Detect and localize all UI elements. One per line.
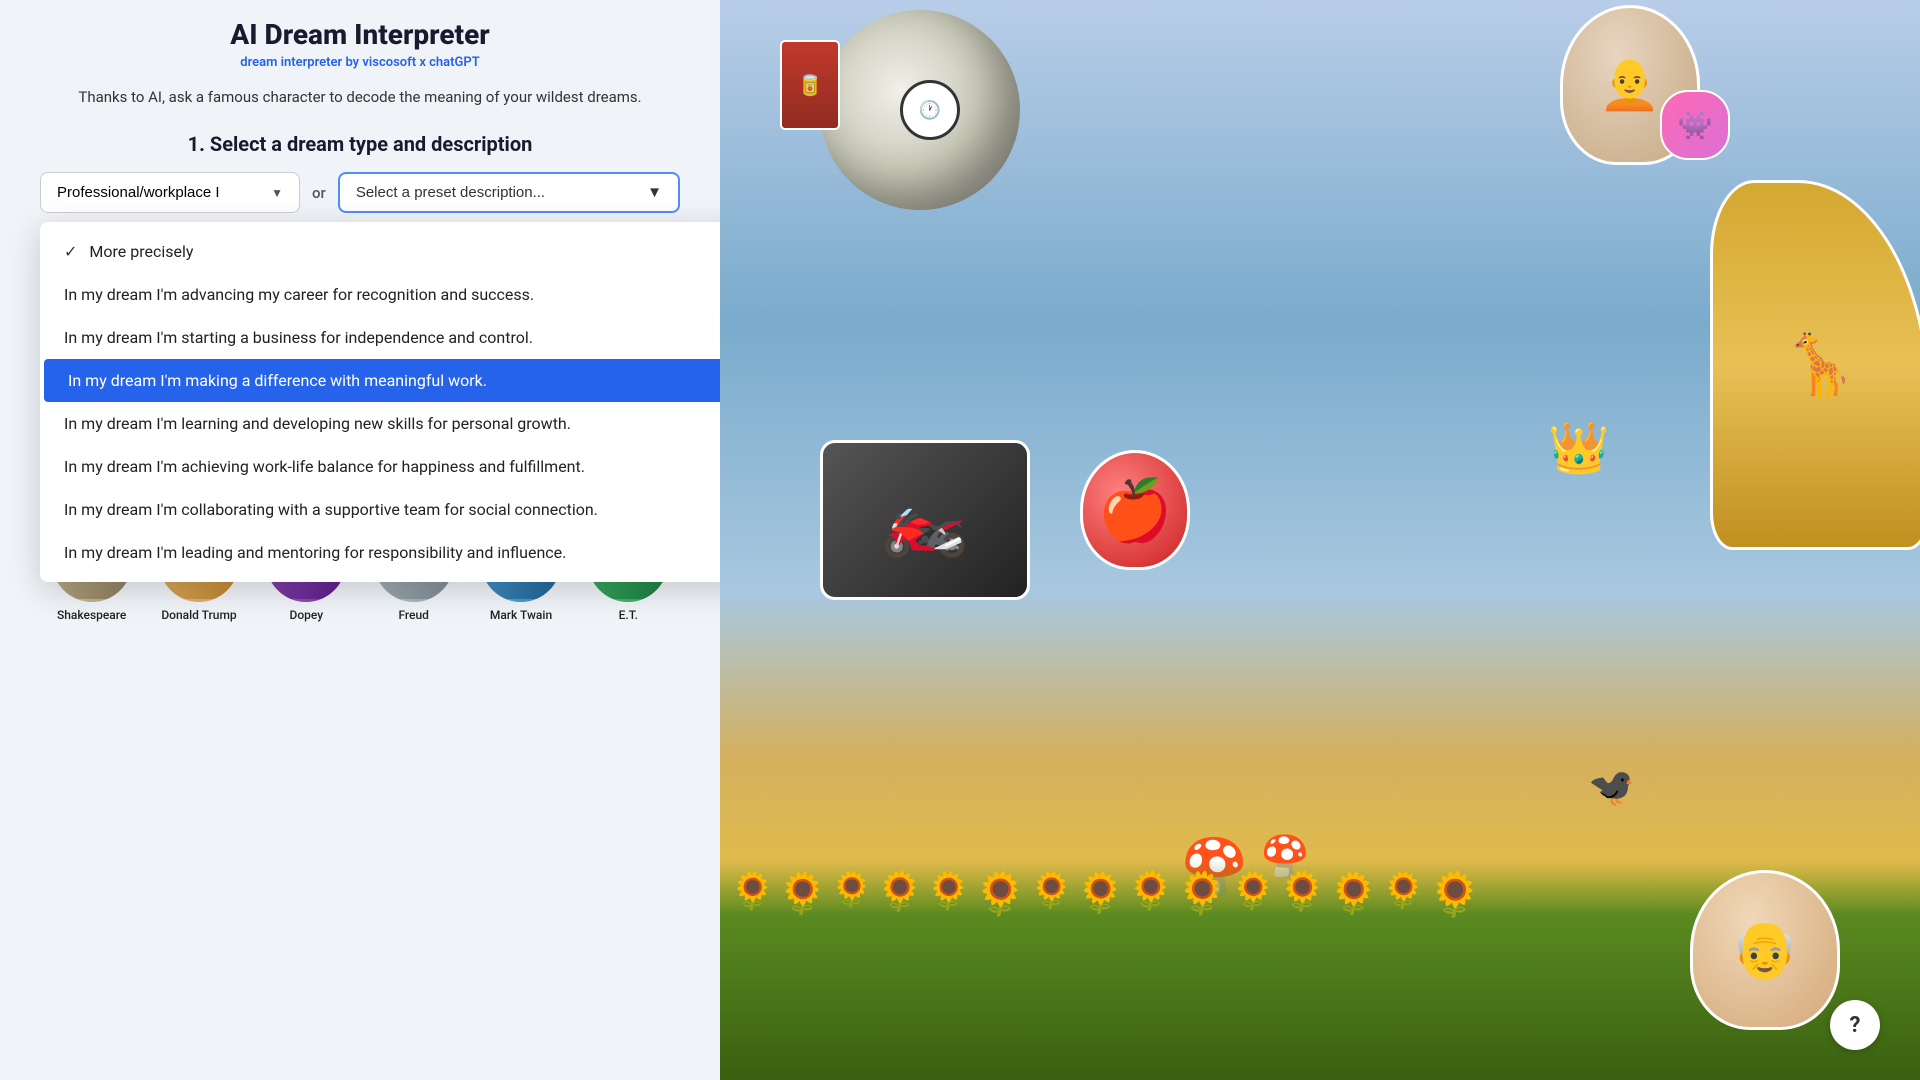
crow-element: 🐦‍⬛ [1588,766,1635,810]
dream-option-leading[interactable]: In my dream I'm leading and mentoring fo… [40,531,720,574]
giraffe-element: 🦒 [1710,180,1920,550]
left-panel: AI Dream Interpreter dream interpreter b… [0,0,720,1080]
help-button[interactable]: ? [1830,1000,1880,1050]
app-title: AI Dream Interpreter [40,20,680,51]
dream-option-difference[interactable]: In my dream I'm making a difference with… [44,359,720,402]
chevron-down-icon-2: ▼ [647,184,662,201]
crown-element: 👑 [1548,420,1610,478]
chevron-down-icon: ▼ [271,186,283,200]
interpreter-label-trump: Donald Trump [161,608,236,624]
dream-type-dropdown[interactable]: Professional/workplace I ▼ [40,172,300,213]
interpreter-label-freud: Freud [398,608,428,624]
or-label: or [312,172,326,213]
dream-options-menu: More preciselyIn my dream I'm advancing … [40,222,720,582]
dream-option-advancing[interactable]: In my dream I'm advancing my career for … [40,273,720,316]
interpreter-label-shakespeare: Shakespeare [57,608,126,624]
clock-element: 🕐 [900,80,960,140]
dream-option-more-precisely[interactable]: More precisely [40,230,720,273]
apple-element: 🍎 [1080,450,1190,570]
cartoon-monster: 👾 [1660,90,1730,160]
dream-option-learning[interactable]: In my dream I'm learning and developing … [40,402,720,445]
interpreter-label-et: E.T. [619,608,638,624]
tagline: Thanks to AI, ask a famous character to … [40,86,680,109]
dream-option-business[interactable]: In my dream I'm starting a business for … [40,316,720,359]
right-panel: 🕐 🧑‍🦲 👾 🦒 🏍️ 🍎 👑 🍄 🍄 🌻🌻🌻🌻🌻🌻🌻🌻🌻🌻🌻🌻🌻🌻🌻 [720,0,1920,1080]
can-element: 🥫 [780,40,840,130]
preset-description-dropdown[interactable]: Select a preset description... ▼ [338,172,680,213]
interpreter-label-twain: Mark Twain [490,608,552,624]
dropdown-row: Professional/workplace I ▼ or Select a p… [40,172,680,213]
dream-option-collaborating[interactable]: In my dream I'm collaborating with a sup… [40,488,720,531]
celeb-head-br: 👴 [1690,870,1840,1030]
app-subtitle: dream interpreter by viscosoft x chatGPT [40,55,680,70]
interpreter-label-dopey: Dopey [290,608,324,624]
police-motorcycle: 🏍️ [820,440,1030,600]
dream-option-balance[interactable]: In my dream I'm achieving work-life bala… [40,445,720,488]
section1-title: 1. Select a dream type and description [40,132,680,156]
